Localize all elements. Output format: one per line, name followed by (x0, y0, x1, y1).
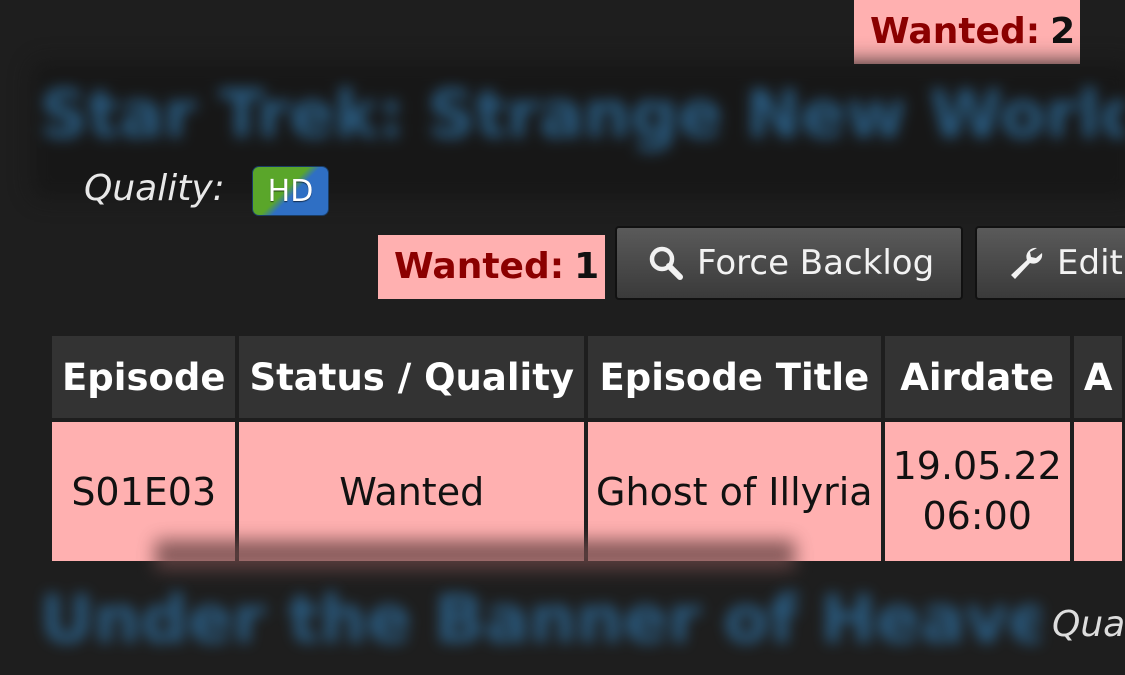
column-header-airdate[interactable]: Airdate (880, 332, 1074, 422)
episodes-table: Episode Status / Quality Episode Title A… (47, 332, 1125, 565)
airdate-time: 06:00 (922, 493, 1032, 538)
hd-quality-badge: HD (252, 166, 329, 216)
wanted-count-badge: Wanted: 2 (854, 0, 1080, 64)
quality-label: Qua (1052, 604, 1125, 645)
column-header-partial[interactable]: A (1069, 332, 1125, 422)
edit-button[interactable]: Edit (975, 226, 1125, 300)
edit-label: Edit (1057, 243, 1123, 283)
episode-airdate-cell: 19.05.22 06:00 (880, 418, 1074, 565)
force-backlog-button[interactable]: Force Backlog (615, 226, 963, 300)
table-header-row: Episode Status / Quality Episode Title A… (47, 332, 1125, 422)
column-header-episode-title[interactable]: Episode Title (584, 332, 885, 422)
force-backlog-label: Force Backlog (697, 243, 935, 283)
wanted-count: 2 (1050, 11, 1076, 52)
search-icon (649, 246, 683, 280)
episode-extra-cell (1069, 418, 1125, 565)
wanted-label: Wanted: (394, 246, 565, 287)
blurred-row-strip (155, 540, 795, 570)
airdate-date: 19.05.22 (892, 444, 1062, 489)
column-header-episode[interactable]: Episode (47, 332, 240, 422)
show-wanted-badge: Wanted: 1 (378, 235, 605, 299)
column-header-status-quality[interactable]: Status / Quality (235, 332, 589, 422)
wanted-label: Wanted: (870, 11, 1041, 52)
wrench-icon (1011, 247, 1043, 279)
show-title[interactable]: Under the Banner of Heaven (40, 575, 1040, 675)
quality-label: Quality: (84, 168, 225, 209)
wanted-count: 1 (574, 246, 600, 287)
